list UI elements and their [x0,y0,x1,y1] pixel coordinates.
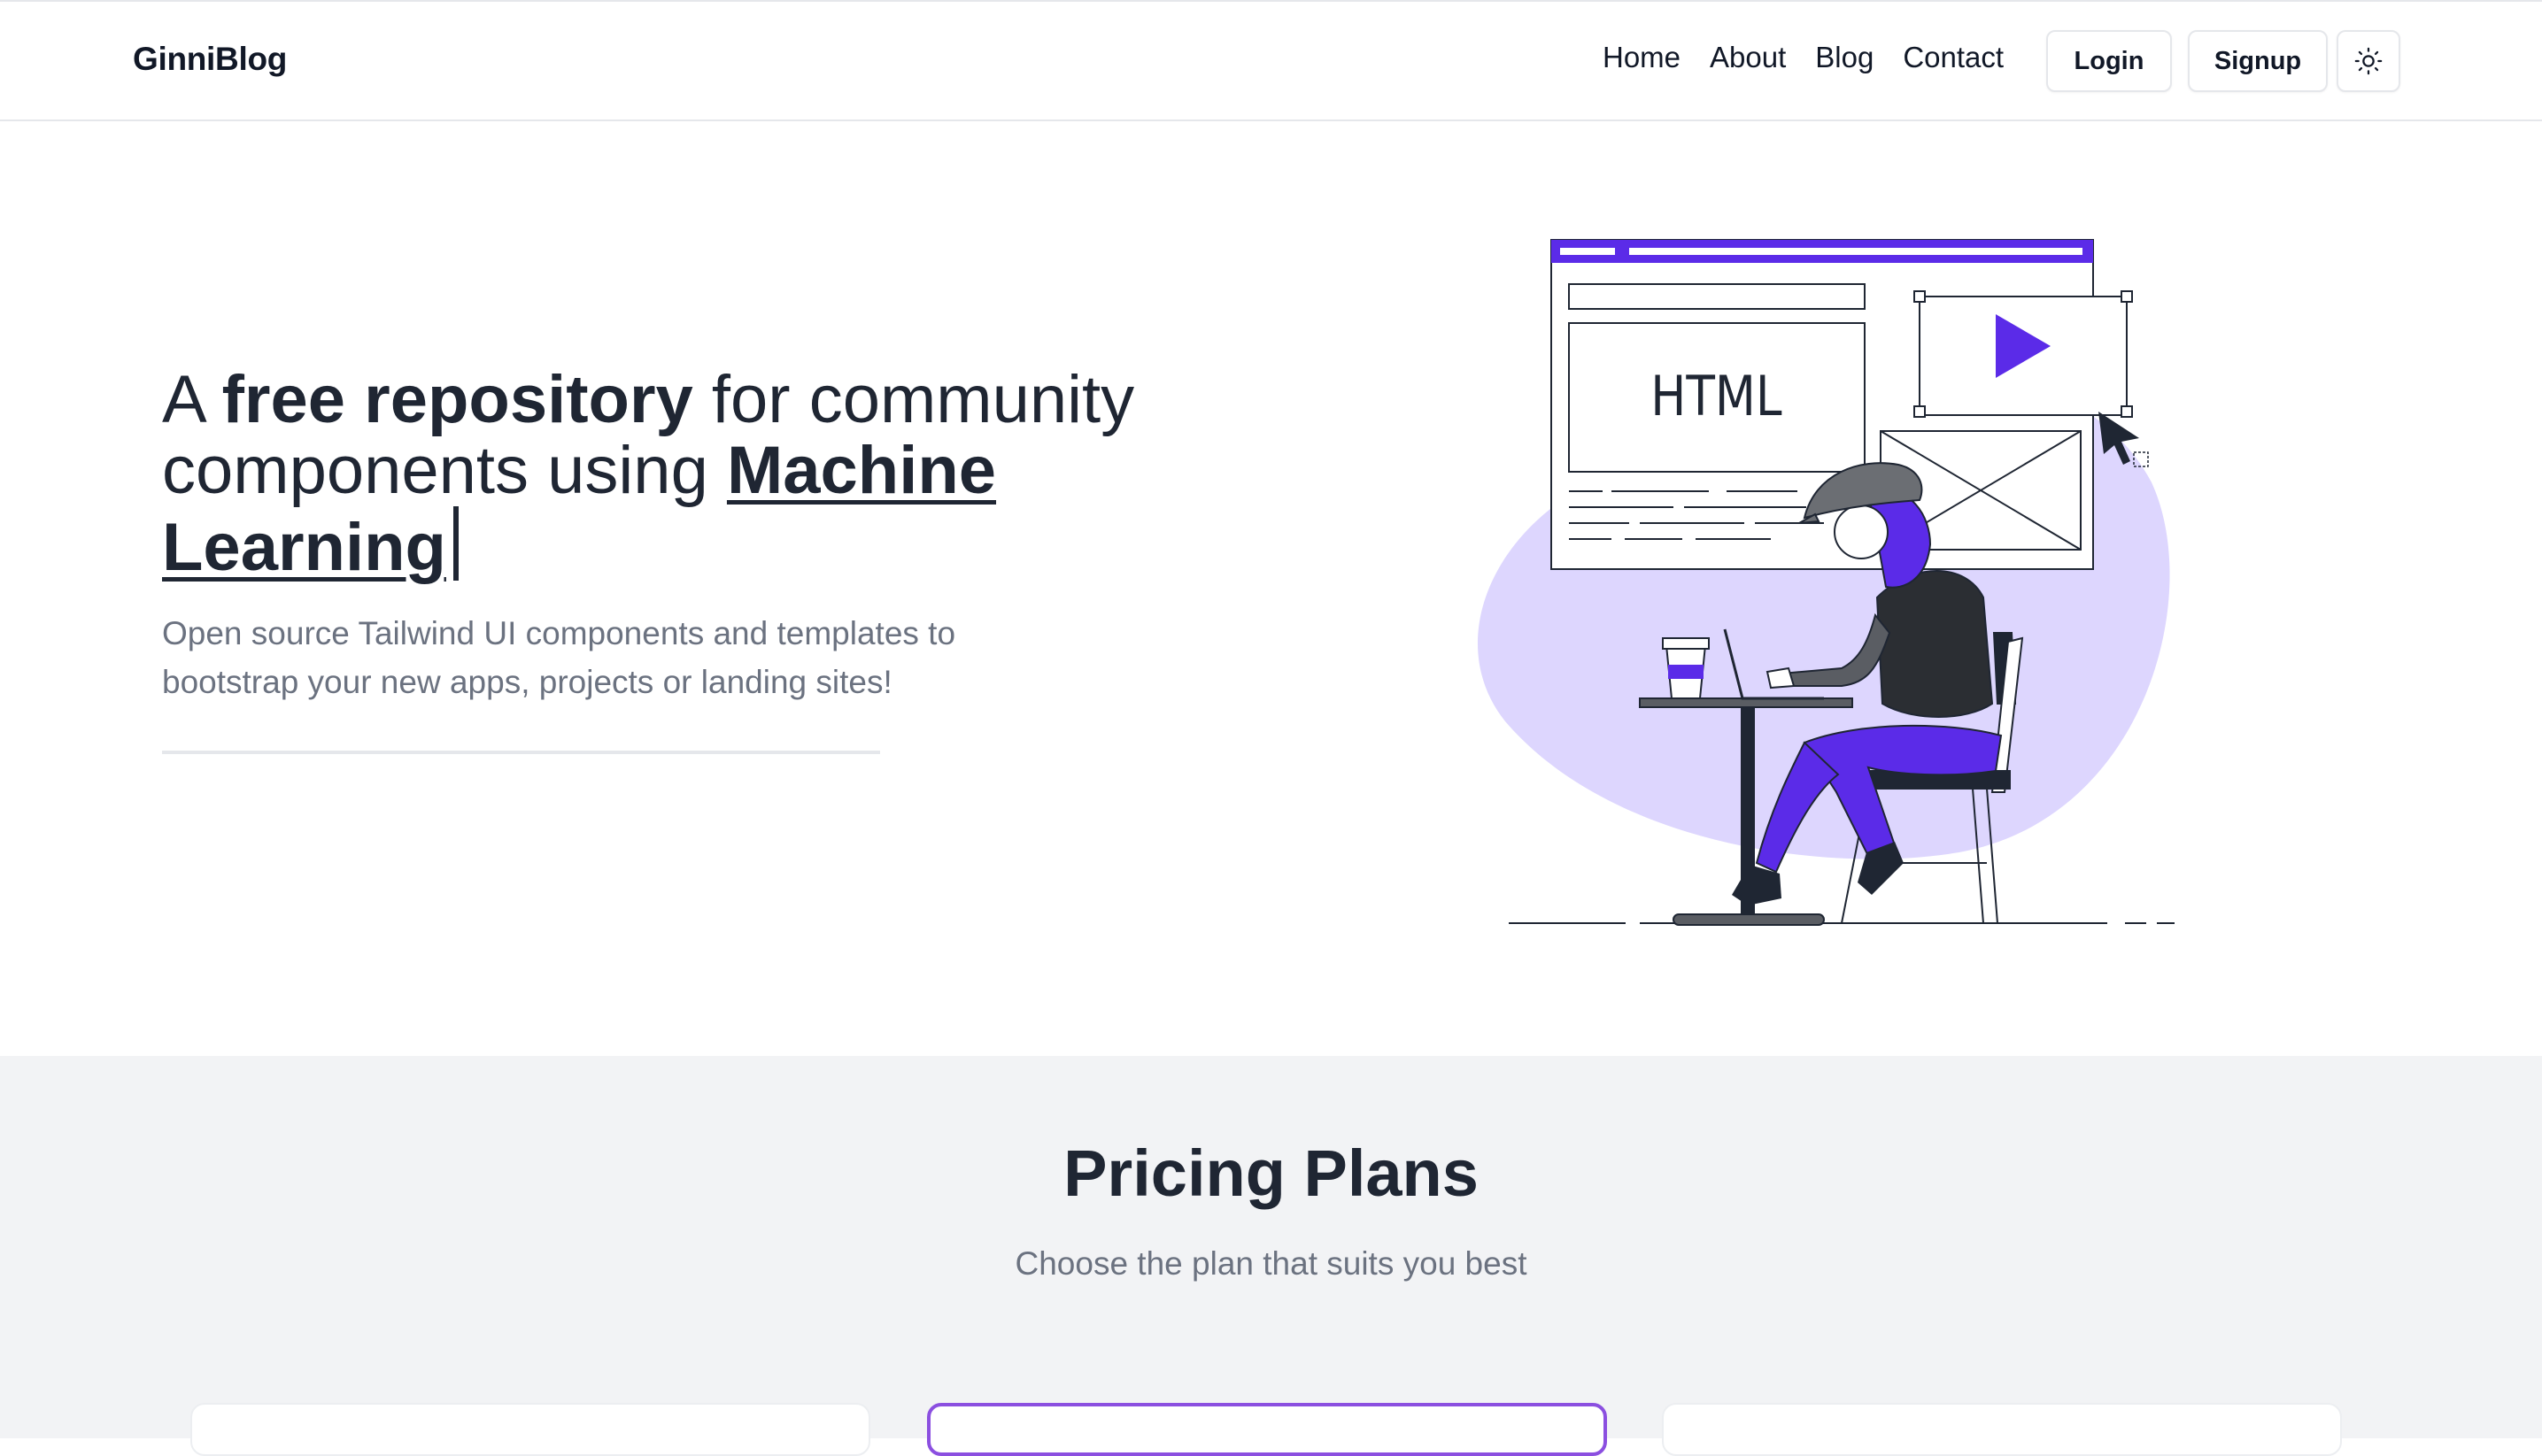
brand-logo[interactable]: GinniBlog [133,41,287,78]
hero-title-part1: A [162,362,222,437]
theme-toggle-button[interactable] [2337,30,2400,92]
pricing-section: Pricing Plans Choose the plan that suits… [0,1056,2542,1456]
sun-icon [2354,47,2383,75]
navbar: GinniBlog Home About Blog Contact Login … [0,0,2542,121]
signup-button[interactable]: Signup [2188,30,2328,92]
hero-illustration: HTML [1477,239,2175,926]
nav-link-blog[interactable]: Blog [1815,41,1874,74]
pricing-card-3[interactable] [1662,1403,2342,1456]
hero-subtitle: Open source Tailwind UI components and t… [162,615,956,700]
pricing-title: Pricing Plans [1063,1136,1479,1210]
nav-link-contact[interactable]: Contact [1903,41,2004,74]
nav-link-home[interactable]: Home [1603,41,1681,74]
hero-divider [162,751,880,754]
login-button[interactable]: Login [2046,30,2172,92]
nav-link-about[interactable]: About [1710,41,1786,74]
pricing-card-2-featured[interactable] [927,1403,1607,1456]
typing-caret [452,506,459,581]
nav-links: Home About Blog Contact [1603,41,2033,74]
illustration-html-label: HTML [1650,364,1781,428]
pricing-card-1[interactable] [190,1403,870,1456]
hero-title-bold: free repository [221,362,693,437]
pricing-subtitle: Choose the plan that suits you best [1015,1245,1527,1282]
hero-title: A free repository for community componen… [162,365,1225,583]
